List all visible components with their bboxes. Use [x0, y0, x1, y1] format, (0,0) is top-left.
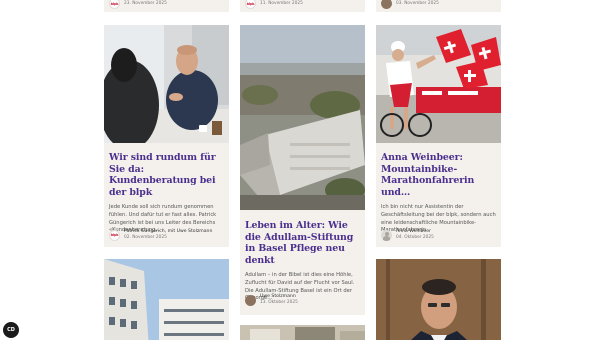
- article-card-adullam[interactable]: Leben im Alter: Wie die Adullam-Stiftung…: [240, 25, 365, 315]
- consent-icon: CD: [7, 327, 15, 333]
- article-card-next-3[interactable]: [376, 259, 501, 340]
- card-date: 11. November 2025: [260, 0, 303, 6]
- article-image[interactable]: [376, 25, 501, 143]
- article-card-weinbeer[interactable]: Anna Weinbeer: Mountainbike-Marathonfahr…: [376, 25, 501, 247]
- article-card-next-1[interactable]: [104, 259, 229, 340]
- article-card-next-2[interactable]: [240, 325, 365, 340]
- blpk-logo-icon: blpk: [109, 229, 120, 241]
- article-title[interactable]: Wir sind rundum für Sie da: Kundenberatu…: [109, 152, 224, 198]
- user-placeholder-icon: [381, 229, 392, 241]
- author-avatar: [245, 294, 256, 306]
- article-image[interactable]: [240, 25, 365, 210]
- card-date: 23. November 2025: [124, 0, 167, 6]
- article-date: 13. Oktober 2025: [260, 300, 298, 305]
- article-image[interactable]: [104, 25, 229, 143]
- article-image[interactable]: [104, 259, 229, 340]
- card-top-2[interactable]: blpk 11. November 2025: [240, 0, 365, 12]
- article-date: 02. November 2025: [124, 235, 167, 240]
- article-card-kundenberatung[interactable]: Wir sind rundum für Sie da: Kundenberatu…: [104, 25, 229, 247]
- article-title[interactable]: Anna Weinbeer: Mountainbike-Marathonfahr…: [381, 152, 496, 198]
- card-date: 03. November 2025: [396, 0, 439, 6]
- blpk-logo-icon: blpk: [109, 0, 120, 9]
- article-title[interactable]: Leben im Alter: Wie die Adullam-Stiftung…: [245, 220, 360, 266]
- blpk-logo-icon: blpk: [245, 0, 256, 9]
- article-image[interactable]: [240, 325, 365, 340]
- cookie-consent-button[interactable]: CD: [3, 322, 19, 338]
- article-date: 04. Oktober 2025: [396, 235, 434, 240]
- article-image[interactable]: [376, 259, 501, 340]
- author-avatar: [381, 0, 392, 9]
- card-top-3[interactable]: 03. November 2025: [376, 0, 501, 12]
- card-top-1[interactable]: blpk 23. November 2025: [104, 0, 229, 12]
